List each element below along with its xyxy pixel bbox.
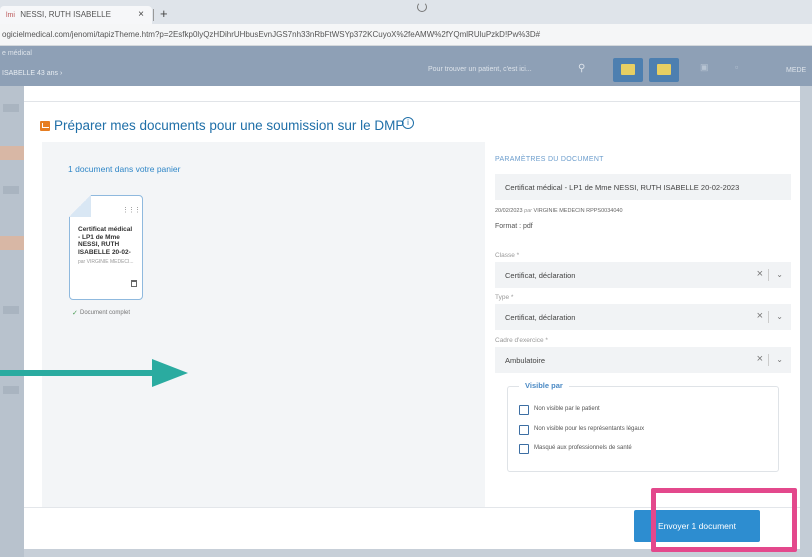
checkbox[interactable]	[519, 425, 529, 435]
chevron-down-icon[interactable]: ⌄	[776, 355, 783, 364]
trash-icon[interactable]	[131, 280, 137, 287]
tab-title: NESSI, RUTH ISABELLE	[20, 10, 111, 19]
url-text: ogicielmedical.com/jenomi/tapizTheme.htm…	[2, 30, 541, 39]
highlight-box	[651, 488, 797, 552]
check-icon: ✓	[72, 310, 78, 317]
grid-icon[interactable]: ⋮⋮⋮	[122, 206, 141, 214]
folder-icon	[657, 64, 671, 75]
document-meta: 20/02/2023 par VIRGINIE MEDECIN RPPS0034…	[495, 208, 623, 214]
sidebar-item	[0, 146, 24, 160]
tab-separator	[153, 9, 154, 21]
search-icon[interactable]: ⚲	[578, 63, 585, 74]
document-author: VIRGINIE MEDECIN RPPS0034040	[533, 208, 623, 214]
checkbox[interactable]	[519, 405, 529, 415]
classe-value: Certificat, déclaration	[505, 271, 576, 280]
browser-tab[interactable]: lmi NESSI, RUTH ISABELLE ×	[0, 6, 152, 24]
info-icon[interactable]: i	[402, 117, 414, 129]
document-status: Document complet	[80, 310, 131, 316]
sidebar-item	[0, 236, 24, 250]
app-header	[0, 46, 812, 86]
classe-select[interactable]: Certificat, déclaration × ⌄	[495, 262, 791, 288]
visibility-legend: Visible par	[519, 381, 569, 390]
select-separator	[768, 269, 769, 281]
app-toolbar-button-2[interactable]	[649, 58, 679, 82]
document-card-title: Certificat médical - LP1 de Mme NESSI, R…	[78, 226, 133, 256]
app-toolbar-button-1[interactable]	[613, 58, 643, 82]
document-parameters-panel: PARAMÈTRES DU DOCUMENT Certificat médica…	[485, 142, 800, 507]
checkbox[interactable]	[519, 444, 529, 454]
checkbox-label: Masqué aux professionnels de santé	[534, 445, 632, 451]
document-fold-corner	[69, 195, 91, 217]
dmp-submission-modal: Préparer mes documents pour une soumissi…	[24, 101, 800, 549]
clear-icon[interactable]: ×	[757, 310, 763, 322]
sidebar-item	[3, 104, 19, 112]
basket-count-label: 1 document dans votre panier	[68, 164, 181, 174]
browser-tab-bar: lmi NESSI, RUTH ISABELLE × +	[0, 0, 812, 24]
patient-breadcrumb[interactable]: ISABELLE 43 ans ›	[2, 70, 62, 77]
document-by: par	[524, 208, 533, 214]
sidebar-item	[3, 386, 19, 394]
sidebar-item	[3, 186, 19, 194]
type-label: Type *	[495, 294, 514, 301]
tab-close-icon[interactable]: ×	[138, 9, 144, 20]
document-basket-panel: 1 document dans votre panier ⋮⋮⋮ Certifi…	[42, 142, 514, 507]
dmp-icon	[40, 121, 50, 131]
cadre-select[interactable]: Ambulatoire × ⌄	[495, 347, 791, 373]
type-select[interactable]: Certificat, déclaration × ⌄	[495, 304, 791, 330]
clear-icon[interactable]: ×	[757, 353, 763, 365]
modal-title: Préparer mes documents pour une soumissi…	[54, 118, 405, 133]
document-format: Format : pdf	[495, 223, 533, 230]
type-value: Certificat, déclaration	[505, 313, 576, 322]
document-name-field: Certificat médical - LP1 de Mme NESSI, R…	[495, 174, 791, 200]
sidebar-item	[3, 306, 19, 314]
loading-spinner-icon	[417, 2, 427, 12]
chevron-down-icon[interactable]: ⌄	[776, 312, 783, 321]
app-breadcrumb: e médical	[2, 50, 32, 57]
parameters-section-title: PARAMÈTRES DU DOCUMENT	[495, 156, 604, 163]
address-bar[interactable]: ogicielmedical.com/jenomi/tapizTheme.htm…	[0, 24, 812, 46]
patient-search-input[interactable]: Pour trouver un patient, c'est ici...	[428, 66, 532, 73]
checkbox-label: Non visible pour les représentants légau…	[534, 426, 645, 432]
modal-body: 1 document dans votre panier ⋮⋮⋮ Certifi…	[42, 142, 800, 507]
app-user-label: MEDE	[786, 67, 807, 74]
app-right-edge	[800, 86, 812, 557]
classe-label: Classe *	[495, 252, 520, 259]
pointer-arrow	[0, 370, 152, 376]
select-separator	[768, 354, 769, 366]
select-separator	[768, 311, 769, 323]
app-toolbar-icon-4[interactable]: ▫	[735, 62, 738, 72]
cadre-label: Cadre d'exercice *	[495, 337, 548, 344]
app-left-sidebar	[0, 86, 24, 557]
document-card-author: par VIRGINIE MEDECI...	[78, 259, 134, 265]
chevron-down-icon[interactable]: ⌄	[776, 270, 783, 279]
tab-favicon-icon: lmi	[6, 12, 15, 19]
new-tab-button[interactable]: +	[160, 6, 168, 21]
cadre-value: Ambulatoire	[505, 356, 546, 365]
document-date: 20/02/2023	[495, 208, 523, 214]
pointer-arrow-head	[152, 359, 188, 387]
clear-icon[interactable]: ×	[757, 268, 763, 280]
checkbox-label: Non visible par le patient	[534, 406, 600, 412]
app-toolbar-icon-3[interactable]: ▣	[700, 62, 709, 73]
folder-icon	[621, 64, 635, 75]
